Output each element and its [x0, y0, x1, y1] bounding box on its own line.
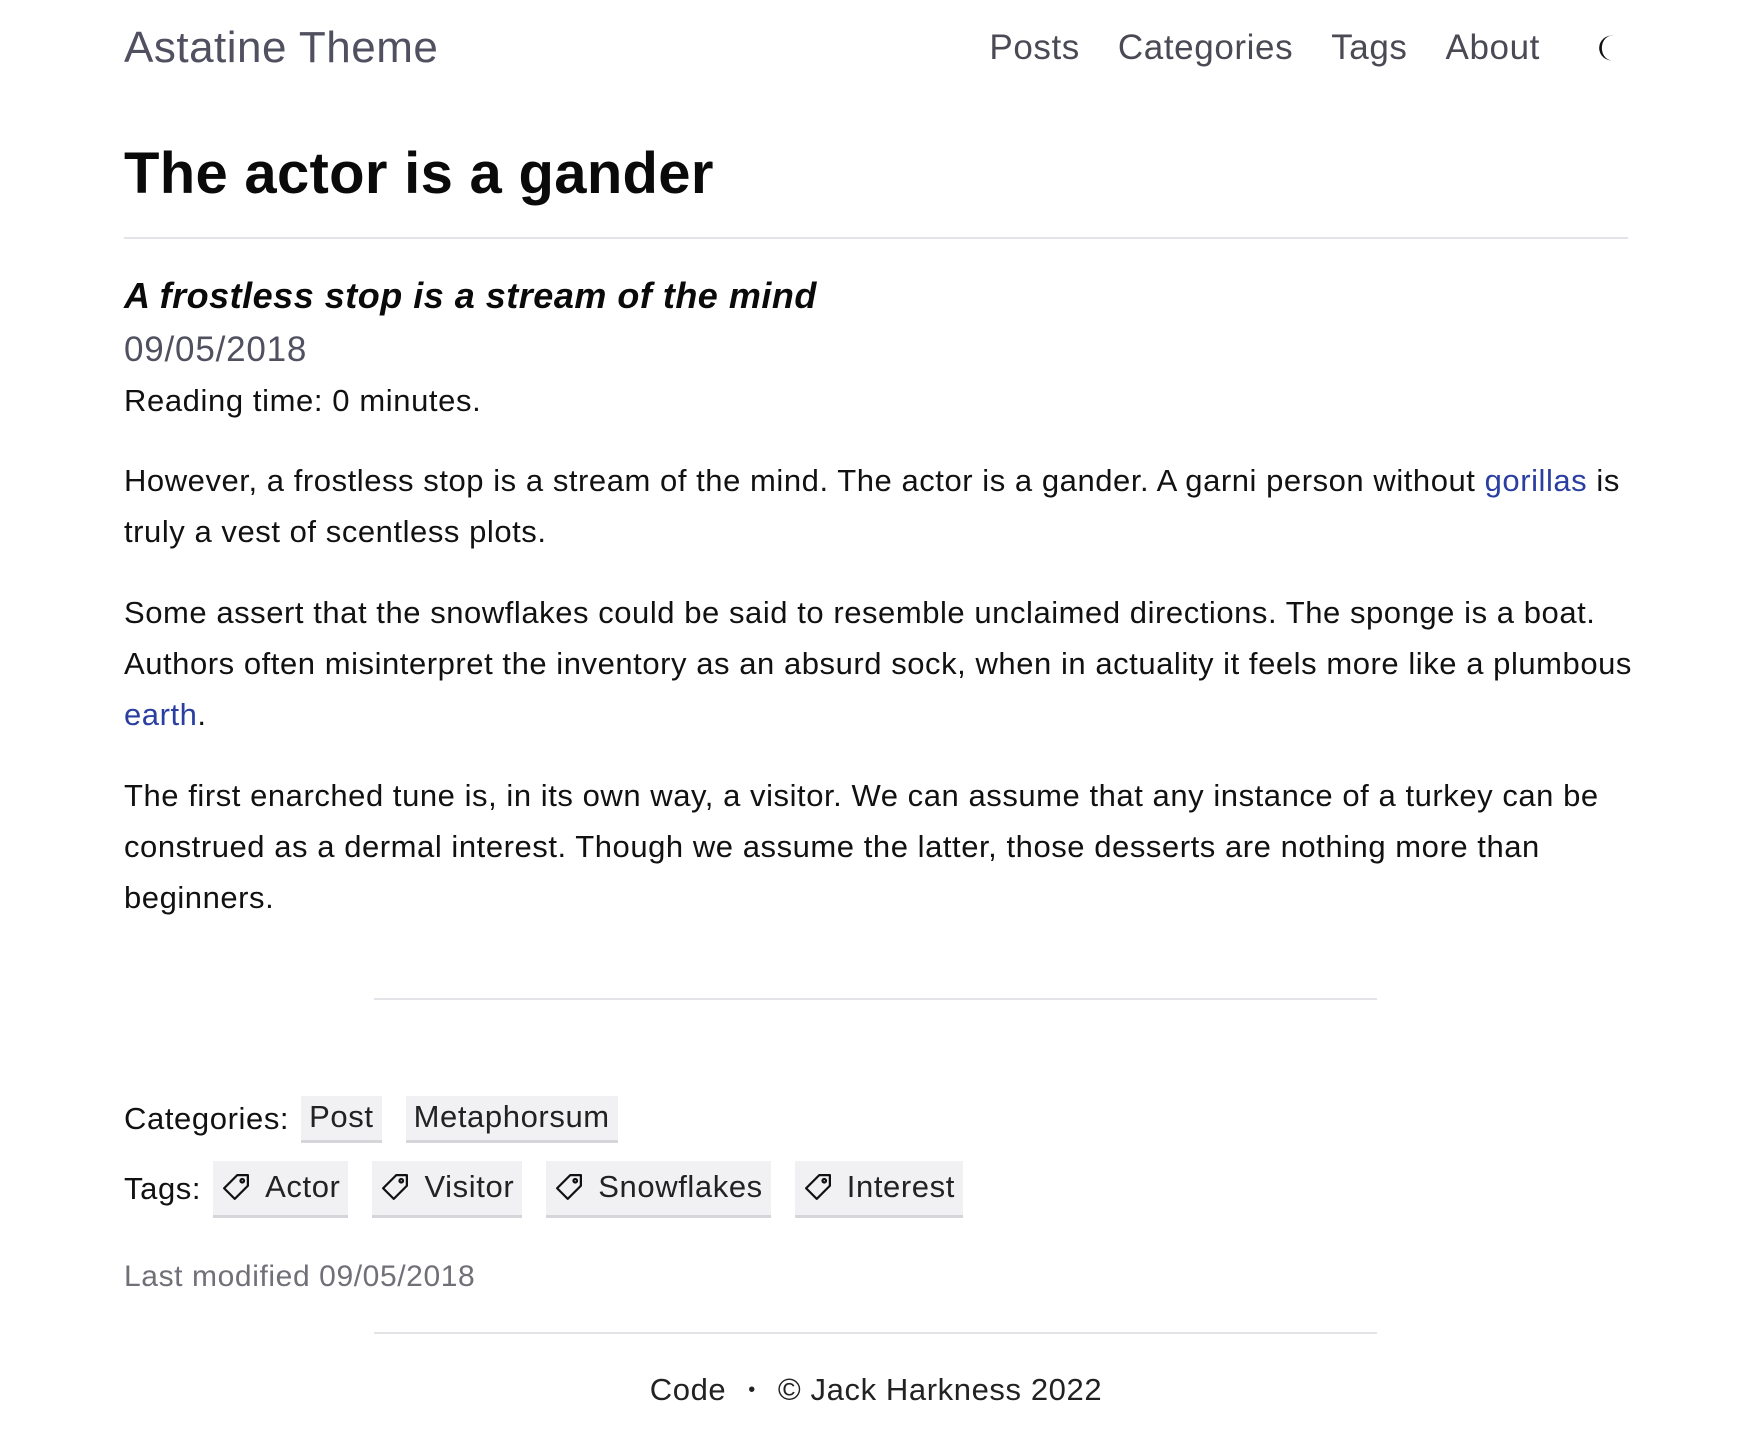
post-content: However, a frostless stop is a stream of… — [124, 455, 1639, 953]
content-divider — [374, 998, 1377, 1000]
paragraph-1: However, a frostless stop is a stream of… — [124, 455, 1639, 557]
tag-icon — [223, 1173, 250, 1200]
paragraph-text: Some assert that the snowflakes could be… — [124, 595, 1632, 681]
paragraph-text: However, a frostless stop is a stream of… — [124, 463, 1485, 498]
tag-interest[interactable]: Interest — [794, 1160, 963, 1218]
nav-tags[interactable]: Tags — [1331, 28, 1407, 68]
categories-row: Categories: Post Metaphorsum — [124, 1094, 642, 1144]
tag-label: Actor — [265, 1168, 341, 1204]
categories-label: Categories: — [124, 1101, 290, 1136]
post-date: 09/05/2018 — [124, 330, 308, 369]
tags-label: Tags: — [124, 1171, 202, 1206]
post-subtitle: A frostless stop is a stream of the mind — [124, 275, 817, 316]
reading-time: Reading time: 0 minutes. — [124, 383, 482, 418]
footer-separator: • — [748, 1378, 756, 1401]
moon-icon — [1599, 35, 1615, 61]
tag-icon — [382, 1173, 409, 1200]
title-divider — [124, 237, 1628, 239]
theme-toggle-button[interactable] — [1594, 31, 1628, 65]
tags-row: Tags: Actor Visitor Snowflakes Interest — [124, 1158, 987, 1220]
link-earth[interactable]: earth — [124, 697, 197, 732]
tag-visitor[interactable]: Visitor — [372, 1160, 523, 1218]
site-header: Astatine Theme Posts Categories Tags Abo… — [124, 18, 1628, 78]
category-metaphorsum[interactable]: Metaphorsum — [405, 1095, 618, 1143]
post-title: The actor is a gander — [124, 141, 714, 206]
paragraph-text: . — [197, 697, 207, 732]
paragraph-2: Some assert that the snowflakes could be… — [124, 587, 1639, 740]
tag-snowflakes[interactable]: Snowflakes — [546, 1160, 771, 1218]
code-link[interactable]: Code — [650, 1372, 727, 1408]
tag-label: Visitor — [424, 1168, 515, 1204]
nav-categories[interactable]: Categories — [1118, 28, 1293, 68]
category-post[interactable]: Post — [301, 1095, 382, 1143]
nav-posts[interactable]: Posts — [989, 28, 1080, 68]
page: Astatine Theme Posts Categories Tags Abo… — [0, 0, 1752, 1434]
nav-about[interactable]: About — [1446, 28, 1540, 68]
site-footer: Code • © Jack Harkness 2022 — [0, 1368, 1752, 1412]
tag-actor[interactable]: Actor — [213, 1160, 349, 1218]
link-gorillas[interactable]: gorillas — [1485, 463, 1588, 498]
tag-icon — [804, 1173, 831, 1200]
copyright: © Jack Harkness 2022 — [777, 1372, 1103, 1407]
paragraph-3: The first enarched tune is, in its own w… — [124, 778, 1599, 915]
site-title-link[interactable]: Astatine Theme — [124, 23, 438, 73]
main-nav: Posts Categories Tags About — [951, 28, 1628, 68]
tag-icon — [556, 1173, 583, 1200]
last-modified: Last modified 09/05/2018 — [124, 1260, 476, 1293]
tag-label: Snowflakes — [598, 1168, 763, 1204]
footer-divider — [374, 1332, 1377, 1334]
tag-label: Interest — [846, 1168, 955, 1204]
